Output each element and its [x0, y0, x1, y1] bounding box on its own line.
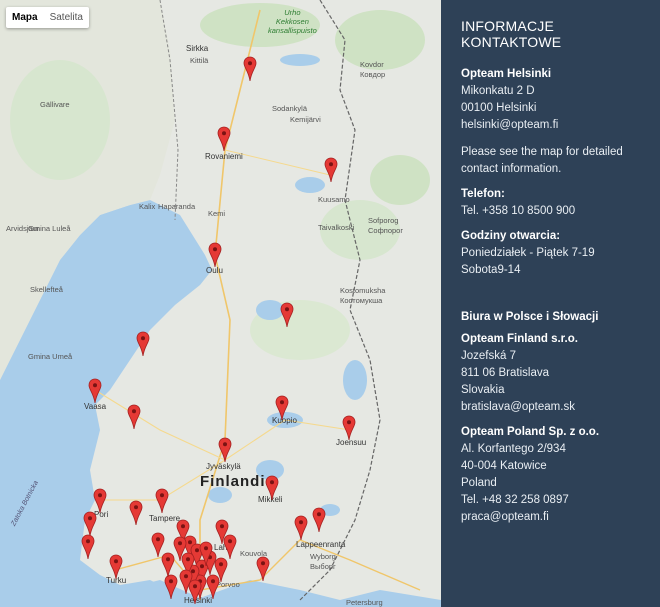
map-marker-icon[interactable]	[155, 488, 169, 514]
map-marker-icon[interactable]	[208, 242, 222, 268]
map-note: Please see the map for detailed contact …	[461, 146, 623, 175]
park-label-line: kansallispuisto	[268, 26, 317, 35]
office-country: Slovakia	[461, 384, 505, 396]
map-marker-icon[interactable]	[223, 534, 237, 560]
map-marker-icon[interactable]	[275, 395, 289, 421]
office-street: Jozefská 7	[461, 350, 516, 362]
hours-weekdays: Poniedziałek - Piątek 7-19	[461, 247, 595, 259]
map-type-control: Mapa Satelita	[6, 7, 89, 28]
phone-label: Telefon:	[461, 188, 505, 200]
map-place-label: Kalix	[139, 202, 156, 211]
hours-block: Godziny otwarcia: Poniedziałek - Piątek …	[461, 230, 648, 279]
map-marker-icon[interactable]	[129, 500, 143, 526]
hours-saturday: Sobota9-14	[461, 264, 521, 276]
map-place-label: Rovaniemi	[205, 152, 243, 161]
offices-section: Biura w Polsce i Słowacji	[461, 311, 648, 323]
map-marker-icon[interactable]	[173, 536, 187, 562]
katowice-office: Opteam Poland Sp. z o.o. Al. Korfantego …	[461, 426, 648, 526]
map-marker-icon[interactable]	[294, 515, 308, 541]
map-marker-icon[interactable]	[199, 541, 213, 567]
map-marker-icon[interactable]	[179, 569, 193, 595]
map-place-label: Костомукша	[340, 296, 383, 305]
map-view[interactable]: Mapa Satelita Sirkka Kittilä Sodankylä Kovd…	[0, 0, 441, 607]
park-label-line: Kekkosen	[275, 17, 309, 26]
map-place-label: Софпорог	[368, 226, 404, 235]
map-place-label: Arvidsjaur	[6, 224, 40, 233]
map-place-label: Haparanda	[158, 202, 196, 211]
map-marker-icon[interactable]	[342, 415, 356, 441]
office-email-link[interactable]: praca@opteam.fi	[461, 511, 549, 523]
map-marker-icon[interactable]	[161, 552, 175, 578]
page: Mapa Satelita Sirkka Kittilä Sodankylä Kovd…	[0, 0, 660, 607]
map-marker-icon[interactable]	[206, 574, 220, 600]
office-country: Poland	[461, 477, 497, 489]
map-place-label: Выборг	[310, 562, 336, 571]
office-city: 40-004 Katowice	[461, 460, 547, 472]
office-city: 811 06 Bratislava	[461, 367, 550, 379]
map-marker-icon[interactable]	[280, 302, 294, 328]
country-label: Finlandia	[200, 473, 275, 490]
map-place-label: Sirkka	[186, 44, 209, 53]
map-marker-icon[interactable]	[324, 157, 338, 183]
map-place-label: Sodankylä	[272, 104, 308, 113]
map-place-label: Kostomuksha	[340, 286, 386, 295]
map-place-label: Kemi	[208, 209, 226, 218]
office-email-link[interactable]: helsinki@opteam.fi	[461, 119, 558, 131]
map-place-label: Gällivare	[40, 100, 70, 109]
map-place-label: Taivalkoski	[318, 223, 355, 232]
map-place-label: Kovdor	[360, 60, 384, 69]
map-type-map-button[interactable]: Mapa	[6, 7, 44, 28]
map-place-label: Kuusamo	[318, 195, 350, 204]
map-marker-icon[interactable]	[88, 378, 102, 404]
map-place-label: Jyväskylä	[206, 462, 241, 471]
map-marker-icon[interactable]	[136, 331, 150, 357]
park-label: Urho Kekkosen kansallispuisto	[268, 8, 317, 35]
office-city: 00100 Helsinki	[461, 102, 537, 114]
contact-heading: INFORMACJE KONTAKTOWE	[461, 18, 562, 50]
map-place-label: Skellefteå	[30, 285, 63, 294]
map-place-label: Ковдор	[360, 70, 386, 79]
map-place-label: Gmina Umeå	[28, 352, 73, 361]
map-marker-icon[interactable]	[312, 507, 326, 533]
office-street: Al. Korfantego 2/934	[461, 443, 566, 455]
map-place-label: Lappeenranta	[296, 540, 346, 549]
map-place-label: Wyborg	[310, 552, 336, 561]
map-place-label: Sofporog	[368, 216, 399, 225]
map-type-satellite-button[interactable]: Satelita	[44, 7, 89, 28]
map-place-label: Petersburg	[346, 598, 383, 607]
bratislava-office: Opteam Finland s.r.o. Jozefská 7 811 06 …	[461, 333, 648, 416]
map-marker-icon[interactable]	[243, 56, 257, 82]
office-street: Mikonkatu 2 D	[461, 85, 535, 97]
contact-panel: INFORMACJE KONTAKTOWE Opteam Helsinki Mi…	[441, 0, 660, 607]
map-place-label: Kemijärvi	[290, 115, 321, 124]
map-marker-icon[interactable]	[109, 554, 123, 580]
map-marker-icon[interactable]	[217, 126, 231, 152]
map-place-label: Kittilä	[190, 56, 209, 65]
office-name: Opteam Poland Sp. z o.o.	[461, 426, 600, 438]
office-email-link[interactable]: bratislava@opteam.sk	[461, 401, 575, 413]
map-marker-icon[interactable]	[81, 534, 95, 560]
map-marker-icon[interactable]	[265, 475, 279, 501]
office-phone: Tel. +48 32 258 0897	[461, 494, 569, 506]
phone-value: Tel. +358 10 8500 900	[461, 205, 576, 217]
park-label-line: Urho	[284, 8, 301, 17]
office-name: Opteam Helsinki	[461, 68, 552, 80]
office-name: Opteam Finland s.r.o.	[461, 333, 578, 345]
offices-title: Biura w Polsce i Słowacji	[461, 311, 599, 323]
phone-block: Telefon: Tel. +358 10 8500 900	[461, 188, 648, 220]
hours-label: Godziny otwarcia:	[461, 230, 561, 242]
map-marker-icon[interactable]	[256, 556, 270, 582]
map-marker-icon[interactable]	[127, 404, 141, 430]
helsinki-office: Opteam Helsinki Mikonkatu 2 D 00100 Hels…	[461, 68, 648, 134]
map-marker-icon[interactable]	[218, 437, 232, 463]
